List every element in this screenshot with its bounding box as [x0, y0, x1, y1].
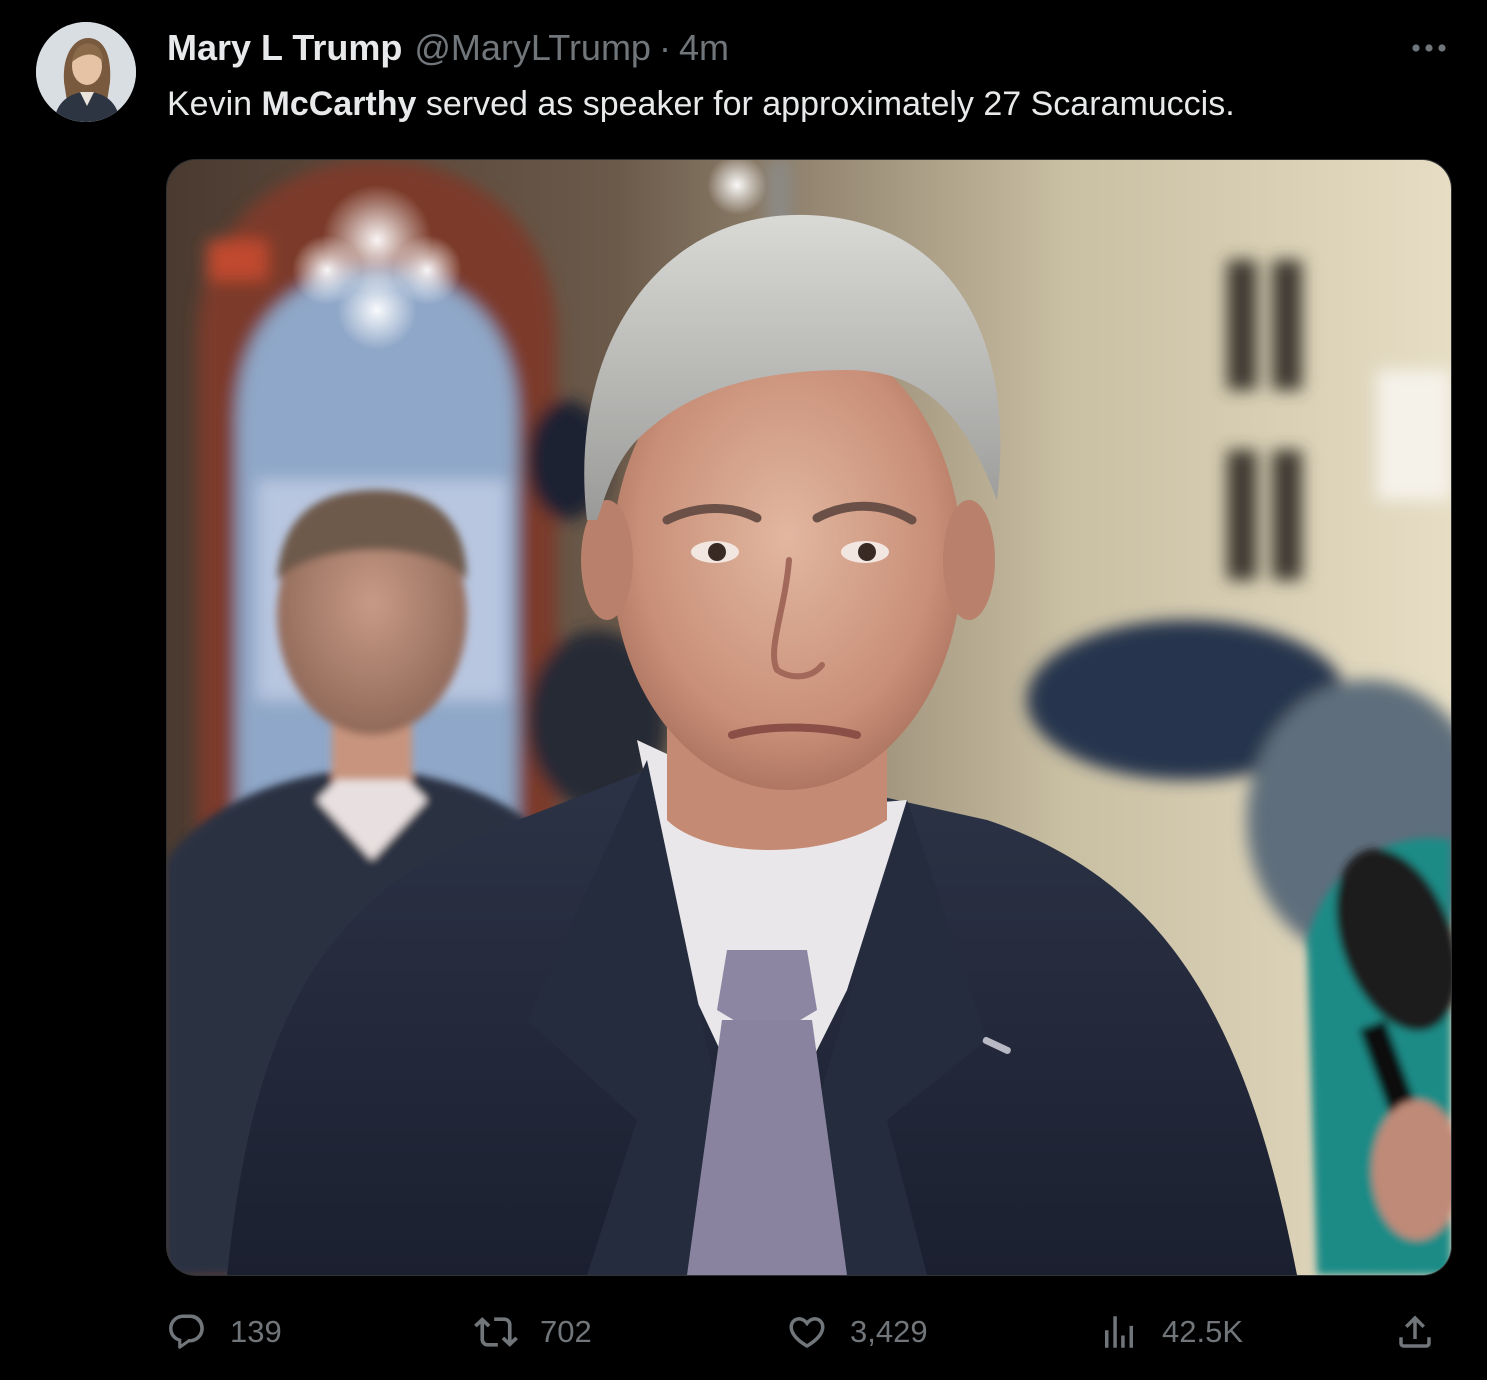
reply-icon — [169, 1314, 204, 1349]
tweet-text-bold: McCarthy — [261, 85, 417, 123]
avatar[interactable] — [36, 22, 136, 122]
reply-count: 139 — [230, 1314, 282, 1349]
repost-icon — [474, 1317, 518, 1347]
avatar-image — [36, 22, 136, 122]
repost-count: 702 — [540, 1314, 592, 1349]
more-icon — [1412, 44, 1446, 52]
share-button[interactable] — [1394, 1305, 1436, 1359]
separator-dot: · — [658, 27, 671, 68]
views-button[interactable]: 42.5K — [1098, 1305, 1243, 1359]
tweet-actions: 139 702 3,429 42.5K — [166, 1305, 1456, 1359]
tweet-photo[interactable] — [166, 159, 1452, 1276]
photo-illustration — [167, 160, 1451, 1275]
like-count: 3,429 — [850, 1314, 928, 1349]
tweet-text-end: served as speaker for approximately 27 S… — [416, 85, 1235, 123]
timestamp[interactable]: 4m — [679, 27, 729, 69]
more-options-button[interactable] — [1407, 28, 1451, 68]
author-name[interactable]: Mary L Trump — [167, 27, 402, 69]
heart-icon — [789, 1317, 825, 1349]
like-button[interactable]: 3,429 — [786, 1305, 928, 1359]
tweet[interactable]: Mary L Trump @MaryLTrump · 4m Kevin McCa… — [0, 0, 1487, 1380]
tweet-text: Kevin McCarthy served as speaker for app… — [167, 80, 1235, 128]
tweet-text-start: Kevin — [167, 85, 262, 123]
tweet-header: Mary L Trump @MaryLTrump · 4m — [167, 24, 729, 72]
views-icon — [1105, 1316, 1133, 1348]
repost-button[interactable]: 702 — [474, 1305, 592, 1359]
share-icon — [1399, 1315, 1431, 1348]
views-count: 42.5K — [1162, 1314, 1244, 1349]
author-handle[interactable]: @MaryLTrump — [414, 27, 651, 69]
reply-button[interactable]: 139 — [166, 1305, 282, 1359]
